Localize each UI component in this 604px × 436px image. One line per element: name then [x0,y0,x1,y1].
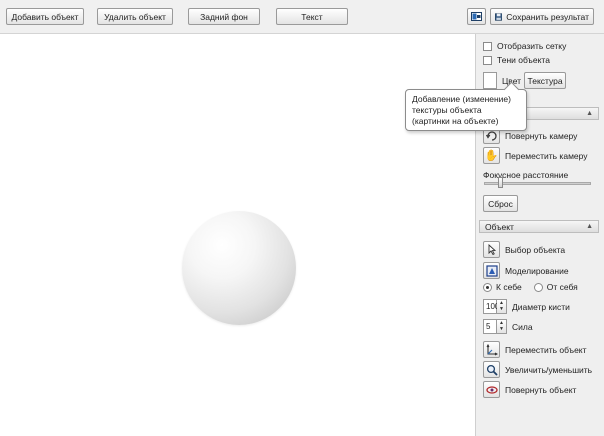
text-button[interactable]: Текст [276,8,348,25]
toward-self-label: К себе [496,282,522,292]
cursor-arrow-icon [488,244,496,255]
up-arrow-icon[interactable]: ▲ [499,300,504,306]
toward-self-radio[interactable] [483,282,492,292]
top-toolbar: Добавить объект Удалить объект Задний фо… [0,0,604,34]
brush-diameter-label: Диаметр кисти [512,301,570,312]
collapse-icon[interactable]: ▲ [586,223,593,230]
show-grid-checkbox[interactable] [483,41,492,51]
modeling-button[interactable] [483,262,500,279]
3d-canvas[interactable] [0,34,475,436]
select-object-button[interactable] [483,241,500,258]
strength-spinner[interactable]: 5 ▲ ▼ [483,319,507,334]
scale-object-button[interactable] [483,361,500,378]
show-grid-label: Отобразить сетку [497,41,567,51]
brush-diameter-arrows[interactable]: ▲ ▼ [497,299,507,314]
up-arrow-icon[interactable]: ▲ [499,320,504,326]
rotate-object-button[interactable] [483,381,500,398]
sphere-object[interactable] [182,211,296,325]
show-grid-checkbox-row[interactable]: Отобразить сетку [483,41,566,51]
reset-button[interactable]: Сброс [483,195,518,212]
hand-icon: ✋ [484,150,499,162]
scale-object-row[interactable]: Увеличить/уменьшить [483,361,592,378]
move-object-row[interactable]: Переместить объект [483,341,587,358]
modeling-row[interactable]: Моделирование [483,262,569,279]
strength-input[interactable]: 5 [483,319,497,334]
rotate-object-label: Повернуть объект [505,384,577,395]
away-self-radio[interactable] [533,282,543,292]
focal-length-slider-thumb[interactable] [498,177,503,188]
rotate-camera-icon [485,131,497,141]
color-swatch[interactable] [483,72,497,89]
rotate-camera-label: Повернуть камеру [505,130,578,141]
object-section-title: Объект [485,221,514,232]
strength-row: 5 ▲ ▼ Сила [483,319,533,334]
down-arrow-icon[interactable]: ▼ [499,307,504,312]
background-button[interactable]: Задний фон [188,8,260,25]
save-result-button[interactable]: Сохранить результат [490,8,594,25]
modeling-label: Моделирование [505,265,569,276]
texture-tooltip: Добавление (изменение) текстуры объекта … [405,89,527,131]
away-self-label: От себя [546,282,578,292]
move-camera-row[interactable]: ✋ Переместить камеру [483,147,588,164]
object-shadows-checkbox[interactable] [483,55,492,65]
strength-label: Сила [512,321,533,332]
screen-toggle-button[interactable] [467,8,486,25]
move-camera-label: Переместить камеру [505,150,588,161]
strength-arrows[interactable]: ▲ ▼ [497,319,507,334]
rotate-object-row[interactable]: Повернуть объект [483,381,576,398]
move-camera-button[interactable]: ✋ [483,147,500,164]
direction-radio-row: К себе От себя [483,282,578,292]
select-object-row[interactable]: Выбор объекта [483,241,565,258]
delete-object-button[interactable]: Удалить объект [97,8,173,25]
screen-icon [471,12,482,21]
focal-length-row: Фокусное расстояние [483,170,568,180]
object-section-header[interactable]: Объект ▲ [479,220,599,233]
brush-diameter-spinner[interactable]: 100 ▲ ▼ [483,299,507,314]
magnifier-icon [486,364,498,376]
add-object-button[interactable]: Добавить объект [6,8,84,25]
collapse-icon[interactable]: ▲ [586,110,593,117]
object-shadows-label: Тени объекта [497,55,550,65]
scale-object-label: Увеличить/уменьшить [505,364,593,375]
save-icon [495,12,503,21]
brush-diameter-row: 100 ▲ ▼ Диаметр кисти [483,299,570,314]
focal-length-label: Фокусное расстояние [483,170,569,180]
brush-diameter-input[interactable]: 100 [483,299,499,314]
texture-button[interactable]: Текстура [524,72,567,89]
axes-move-icon [486,343,498,355]
move-object-button[interactable] [483,341,500,358]
save-result-label: Сохранить результат [506,11,589,22]
move-object-label: Переместить объект [505,344,587,355]
rotate-object-icon [485,385,498,394]
color-texture-row: Цвет Текстура [483,72,567,89]
object-shadows-checkbox-row[interactable]: Тени объекта [483,55,550,65]
down-arrow-icon[interactable]: ▼ [499,327,504,332]
select-object-label: Выбор объекта [505,244,566,255]
modeling-icon [485,264,498,277]
